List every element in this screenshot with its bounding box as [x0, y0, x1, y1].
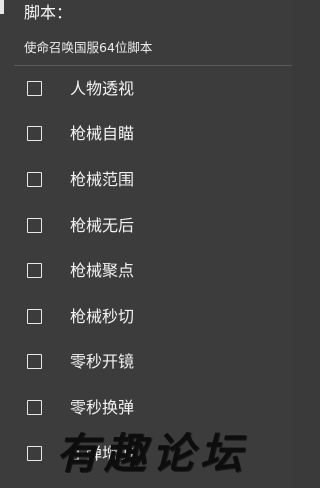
option-list: 人物透视 枪械自瞄 枪械范围 枪械无后 枪械聚点 枪械秒切 零秒开镜 零秒换弹 — [0, 66, 292, 476]
checkbox[interactable] — [27, 445, 42, 461]
option-label: 枪械聚点 — [70, 261, 135, 281]
panel-title: 脚本： — [24, 3, 73, 22]
checkbox[interactable] — [27, 217, 42, 233]
option-label: 枪械自瞄 — [70, 124, 135, 144]
option-item[interactable]: 枪械无后 — [0, 203, 292, 249]
option-item[interactable]: 枪械自瞄 — [0, 112, 292, 158]
option-item[interactable]: 枪械秒切 — [0, 294, 292, 340]
script-name: 使命召唤国服64位脚本 — [24, 40, 153, 55]
checkbox[interactable] — [27, 171, 42, 187]
option-item[interactable]: 人物透视 — [0, 66, 292, 112]
option-label: 零秒开镜 — [70, 352, 135, 372]
checkbox[interactable] — [27, 80, 42, 96]
checkbox[interactable] — [27, 399, 42, 415]
watermark-logo: 有趣论坛 — [56, 429, 249, 478]
option-item[interactable]: 枪械范围 — [0, 157, 292, 203]
checkbox[interactable] — [27, 354, 42, 370]
option-item[interactable]: 零秒开镜 — [0, 340, 292, 386]
checkbox[interactable] — [27, 308, 42, 324]
option-label: 枪械无后 — [70, 215, 135, 235]
checkbox[interactable] — [27, 126, 42, 142]
corner-mark — [0, 0, 4, 14]
option-item[interactable]: 枪械聚点 — [0, 248, 292, 294]
script-panel: 脚本： 使命召唤国服64位脚本 人物透视 枪械自瞄 枪械范围 枪械无后 枪械聚点… — [0, 0, 292, 488]
option-label: 人物透视 — [70, 78, 135, 98]
option-label: 枪械范围 — [70, 169, 135, 189]
option-item[interactable]: 零秒换弹 — [0, 385, 292, 431]
option-label: 枪械秒切 — [70, 306, 135, 326]
checkbox[interactable] — [27, 263, 42, 279]
option-label: 零秒换弹 — [70, 397, 135, 417]
